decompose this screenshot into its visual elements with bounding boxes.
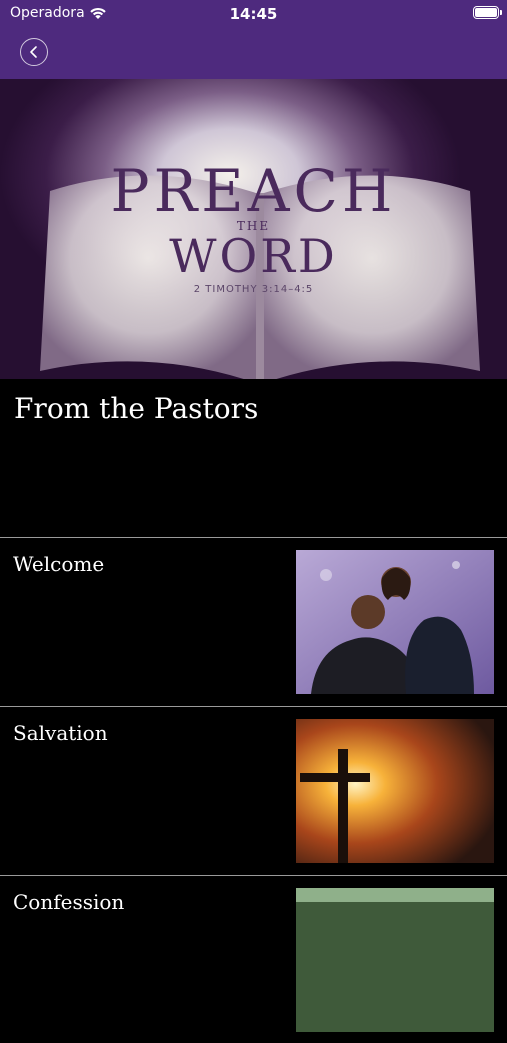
status-bar: Operadora 14:45 — [0, 0, 507, 28]
cross-sunset-thumbnail — [296, 719, 494, 863]
chevron-left-icon — [30, 46, 37, 58]
battery-icon — [473, 6, 502, 19]
list-item-salvation[interactable]: Salvation — [0, 706, 507, 874]
pastors-photo-thumbnail — [296, 550, 494, 694]
back-button[interactable] — [20, 38, 48, 66]
hero-title-word: WORD — [169, 229, 338, 283]
list-item-label: Confession — [13, 890, 125, 914]
status-time: 14:45 — [229, 5, 278, 23]
section-title: From the Pastors — [14, 392, 259, 425]
list-item-welcome[interactable]: Welcome — [0, 537, 507, 705]
hero-scripture-reference: 2 TIMOTHY 3:14–4:5 — [193, 284, 314, 295]
hero-title-preach: PREACH — [110, 157, 397, 225]
list-item-label: Salvation — [13, 721, 108, 745]
navigation-bar: Operadora 14:45 — [0, 0, 507, 79]
list-item-label: Welcome — [13, 552, 105, 576]
confession-thumbnail — [296, 888, 494, 1032]
list-item-confession[interactable]: Confession — [0, 875, 507, 1043]
hero-banner: PREACH THE WORD 2 TIMOTHY 3:14–4:5 — [0, 79, 507, 379]
